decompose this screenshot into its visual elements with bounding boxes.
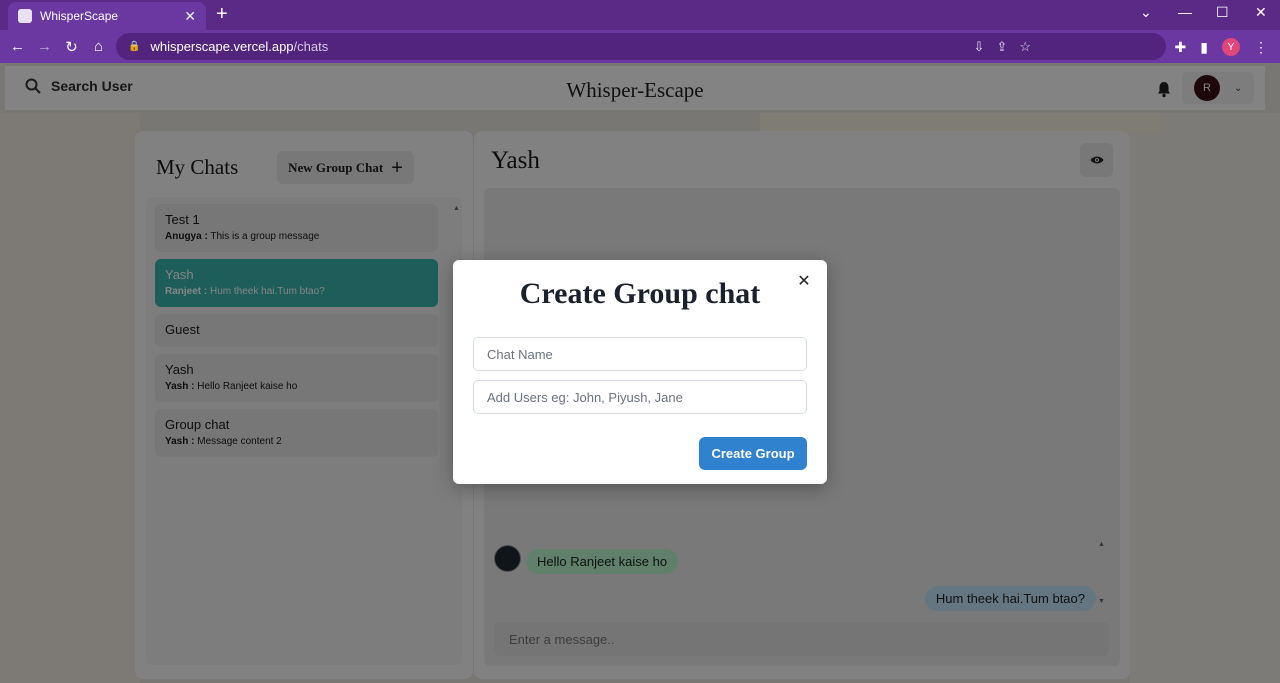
- back-icon[interactable]: ←: [4, 38, 31, 55]
- install-app-icon[interactable]: ⇩: [974, 39, 985, 55]
- maximize-icon[interactable]: ☐: [1216, 4, 1229, 21]
- create-group-modal: Create Group chat ✕ Create Group: [453, 260, 827, 484]
- browser-tab[interactable]: WhisperScape ✕: [8, 2, 206, 30]
- browser-toolbar: ← → ↻ ⌂ 🔒 whisperscape.vercel.app/chats …: [0, 30, 1280, 63]
- browser-extensions: ✚ ▮ Y ⋮: [1175, 38, 1268, 56]
- close-icon[interactable]: ✕: [794, 271, 814, 291]
- tab-close-icon[interactable]: ✕: [184, 8, 196, 25]
- minimize-icon[interactable]: —: [1178, 4, 1192, 20]
- tab-title: WhisperScape: [40, 9, 119, 23]
- reload-icon[interactable]: ↻: [58, 38, 85, 56]
- bookmark-star-icon[interactable]: ☆: [1019, 39, 1031, 55]
- url-domain: whisperscape.vercel.app: [150, 39, 294, 54]
- modal-title: Create Group chat: [519, 277, 761, 310]
- lock-icon[interactable]: 🔒: [128, 41, 140, 52]
- browser-tabbar: WhisperScape ✕ + ⌄ — ☐ ✕: [0, 0, 1280, 30]
- url-path: /chats: [293, 39, 329, 54]
- side-panel-icon[interactable]: ▮: [1200, 39, 1208, 56]
- site-favicon-icon: [18, 9, 32, 23]
- profile-avatar[interactable]: Y: [1222, 38, 1240, 56]
- browser-menu-icon[interactable]: ⋮: [1254, 39, 1268, 56]
- tab-search-icon[interactable]: ⌄: [1140, 4, 1152, 21]
- new-tab-icon[interactable]: +: [216, 4, 228, 24]
- window-close-icon[interactable]: ✕: [1255, 4, 1267, 21]
- create-group-button[interactable]: Create Group: [699, 437, 807, 470]
- share-icon[interactable]: ⇪: [996, 39, 1007, 55]
- extensions-puzzle-icon[interactable]: ✚: [1175, 39, 1187, 56]
- chat-name-input[interactable]: [473, 337, 807, 371]
- forward-icon[interactable]: →: [31, 38, 58, 55]
- add-users-input[interactable]: [473, 380, 807, 414]
- home-icon[interactable]: ⌂: [85, 38, 112, 55]
- address-bar[interactable]: 🔒 whisperscape.vercel.app/chats ⇩ ⇪ ☆: [116, 33, 1166, 60]
